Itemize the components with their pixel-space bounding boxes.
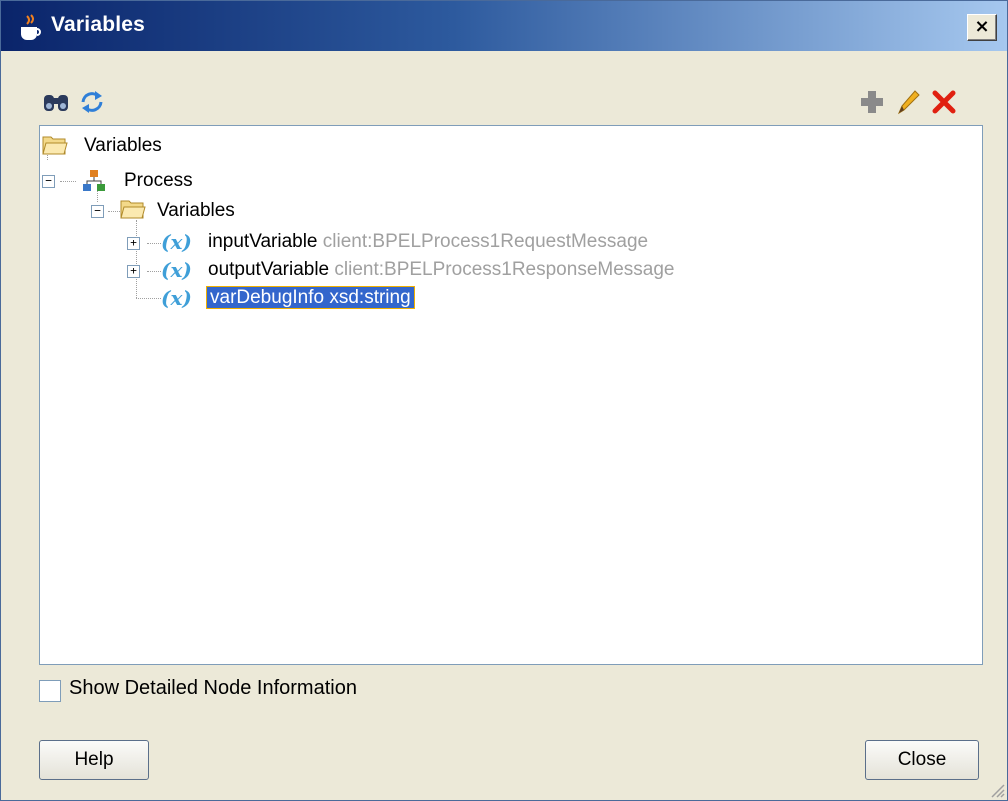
- title-bar[interactable]: Variables ×: [1, 1, 1007, 51]
- tree-variable-input[interactable]: inputVariable client:BPELProcess1Request…: [208, 230, 648, 254]
- tree-variable-debuginfo[interactable]: varDebugInfo xsd:string: [206, 286, 415, 310]
- tree-variables-folder-label[interactable]: Variables: [157, 199, 235, 223]
- help-button[interactable]: Help: [39, 740, 149, 780]
- variable-icon: (x): [161, 230, 192, 254]
- folder-open-icon: [42, 136, 68, 155]
- variable-type: client:BPELProcess1ResponseMessage: [334, 259, 675, 280]
- variable-name: outputVariable: [208, 259, 330, 280]
- folder-open-icon: [120, 200, 146, 219]
- process-icon: [83, 170, 105, 191]
- tree-root-label[interactable]: Variables: [84, 134, 162, 158]
- variable-icon: (x): [161, 258, 192, 282]
- expand-inputvariable-toggle[interactable]: +: [127, 237, 140, 250]
- refresh-icon[interactable]: [77, 87, 107, 117]
- close-button[interactable]: Close: [865, 740, 979, 780]
- variable-name: varDebugInfo: [210, 287, 325, 308]
- selected-variable-label: varDebugInfo xsd:string: [206, 286, 415, 309]
- delete-icon[interactable]: [929, 87, 959, 117]
- collapse-variables-toggle[interactable]: −: [91, 205, 104, 218]
- collapse-process-toggle[interactable]: −: [42, 175, 55, 188]
- expand-outputvariable-toggle[interactable]: +: [127, 265, 140, 278]
- binoculars-icon[interactable]: [41, 87, 71, 117]
- variable-type: xsd:string: [329, 287, 411, 308]
- show-detailed-label[interactable]: Show Detailed Node Information: [69, 677, 357, 700]
- java-cup-icon: [21, 14, 41, 40]
- variable-icon: (x): [161, 286, 192, 310]
- window-title: Variables: [51, 13, 146, 36]
- variables-tree[interactable]: Variables − Process − Variables + (x) in…: [39, 125, 983, 665]
- resize-grip-icon[interactable]: [989, 782, 1005, 798]
- edit-icon[interactable]: [893, 87, 923, 117]
- show-detailed-checkbox[interactable]: [39, 680, 61, 702]
- tree-variable-output[interactable]: outputVariable client:BPELProcess1Respon…: [208, 258, 674, 282]
- add-icon[interactable]: [857, 87, 887, 117]
- window-close-button[interactable]: ×: [967, 14, 997, 41]
- variables-dialog: Variables × Variables − Process − Variab…: [0, 0, 1008, 801]
- tree-process-label[interactable]: Process: [124, 169, 193, 193]
- variable-type: client:BPELProcess1RequestMessage: [322, 231, 649, 252]
- variable-name: inputVariable: [208, 231, 318, 252]
